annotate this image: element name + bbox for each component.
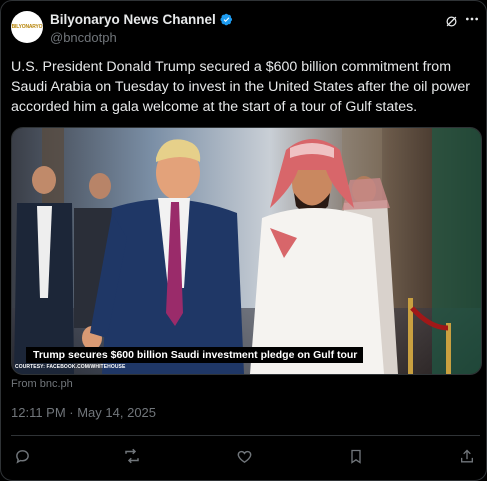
post-source[interactable]: From bnc.ph bbox=[11, 378, 73, 390]
account-name[interactable]: Bilyonaryo News Channel bbox=[50, 12, 216, 27]
avatar-logo-text: BILYONARYO bbox=[11, 24, 43, 30]
account-name-row: Bilyonaryo News Channel bbox=[50, 12, 233, 27]
account-handle[interactable]: @bncdotph bbox=[50, 30, 117, 45]
post-timestamp[interactable]: 12:11 PM · May 14, 2025 bbox=[11, 405, 156, 420]
grok-icon[interactable] bbox=[443, 13, 459, 29]
reply-icon[interactable] bbox=[13, 447, 31, 465]
post-card: BILYONARYO Bilyonaryo News Channel @bncd… bbox=[0, 0, 487, 481]
image-caption: Trump secures $600 billion Saudi investm… bbox=[26, 347, 364, 363]
photo-illustration bbox=[12, 128, 481, 374]
more-icon[interactable] bbox=[464, 11, 480, 27]
bookmark-icon[interactable] bbox=[347, 447, 365, 465]
share-icon[interactable] bbox=[458, 447, 476, 465]
like-icon[interactable] bbox=[235, 447, 253, 465]
account-avatar[interactable]: BILYONARYO bbox=[11, 11, 43, 43]
repost-icon[interactable] bbox=[123, 447, 141, 465]
post-image[interactable]: Trump secures $600 billion Saudi investm… bbox=[11, 127, 482, 375]
actions-divider bbox=[11, 435, 480, 436]
verified-badge-icon bbox=[220, 13, 232, 26]
post-text: U.S. President Donald Trump secured a $6… bbox=[11, 59, 471, 115]
image-courtesy: COURTESY: FACEBOOK.COM/WHITEHOUSE bbox=[15, 364, 126, 370]
